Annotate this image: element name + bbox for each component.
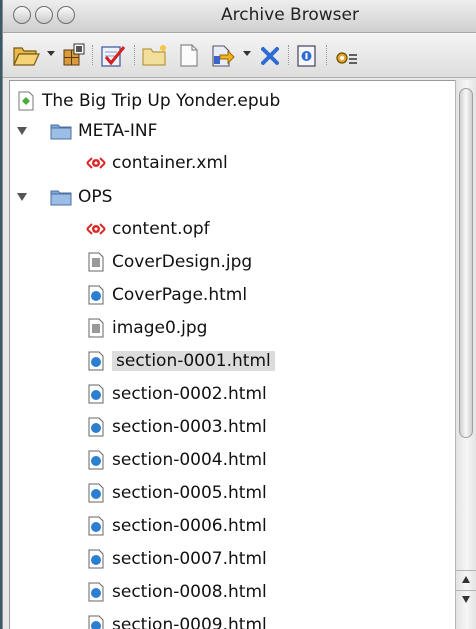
image-icon [86,252,106,272]
new-file-icon[interactable] [176,41,202,69]
disclosure-triangle-icon[interactable] [17,193,27,201]
tree-item-label: container.xml [112,153,228,173]
tree-item-section-0001-html[interactable]: section-0001.html [10,346,456,376]
folder-icon [50,187,72,207]
tree-item-section-0002-html[interactable]: section-0002.html [10,379,456,409]
folder-icon [50,121,72,141]
settings-icon[interactable] [332,41,360,69]
archive-tree[interactable]: The Big Trip Up Yonder.epub META-INF con… [9,80,457,629]
tree-item-section-0003-html[interactable]: section-0003.html [10,412,456,442]
tree-item-label: CoverPage.html [112,285,248,305]
tree-item-label: section-0008.html [112,582,267,602]
tree-item-label: image0.jpg [112,318,208,338]
html-icon [86,483,106,503]
tree-item-section-0006-html[interactable]: section-0006.html [10,511,456,541]
scroll-up-button[interactable] [456,570,476,588]
tree-item-coverpage-html[interactable]: CoverPage.html [10,280,456,310]
grid-add-icon[interactable] [61,41,87,69]
window-title: Archive Browser [221,5,359,25]
validate-check-icon[interactable] [98,41,128,69]
xml-icon [86,153,106,173]
html-icon [86,285,106,305]
open-dropdown-caret[interactable] [47,51,55,56]
tree-item-section-0009-html[interactable]: section-0009.html [10,610,456,629]
tree-item-label: section-0002.html [112,384,267,404]
import-icon[interactable] [209,41,237,69]
tree-item-label: The Big Trip Up Yonder.epub [42,91,281,111]
title-bar[interactable]: Archive Browser [3,0,476,33]
new-folder-icon[interactable] [140,41,170,69]
tree-item-label: section-0005.html [112,483,267,503]
import-dropdown-caret[interactable] [243,51,251,56]
tree-item-label: OPS [78,187,113,207]
tree-item-section-0005-html[interactable]: section-0005.html [10,478,456,508]
vertical-scrollbar[interactable] [455,80,476,629]
tree-item-image0-jpg[interactable]: image0.jpg [10,313,456,343]
xml-icon [86,219,106,239]
tree-item-container-xml[interactable]: container.xml [10,148,456,178]
open-folder-icon[interactable] [11,41,41,69]
html-icon [86,417,106,437]
epub-icon [16,91,36,111]
tree-item-label: CoverDesign.jpg [112,252,253,272]
disclosure-triangle-icon[interactable] [17,127,27,135]
tree-item-content-opf[interactable]: content.opf [10,214,456,244]
tree-item-section-0007-html[interactable]: section-0007.html [10,544,456,574]
delete-x-icon[interactable] [257,41,283,69]
html-icon [86,516,106,536]
scrollbar-thumb[interactable] [459,88,473,438]
tree-item-label: section-0004.html [112,450,267,470]
html-icon [86,450,106,470]
tree-item-section-0008-html[interactable]: section-0008.html [10,577,456,607]
tree-item-coverdesign-jpg[interactable]: CoverDesign.jpg [10,247,456,277]
tree-item-section-0004-html[interactable]: section-0004.html [10,445,456,475]
tree-item-label: content.opf [112,219,210,239]
tree-item-label: section-0001.html [112,351,275,371]
tree-item-label: section-0009.html [112,615,267,629]
html-icon [86,351,106,371]
archive-browser-window: Archive Browser The Big Trip Up Yonder.e… [2,0,476,629]
tree-folder-meta-inf[interactable]: META-INF [10,116,456,146]
html-icon [86,582,106,602]
tree-item-root[interactable]: The Big Trip Up Yonder.epub [10,86,456,116]
scroll-up-arrow-icon [462,576,470,583]
image-icon [86,318,106,338]
tree-item-label: section-0007.html [112,549,267,569]
tree-item-label: section-0003.html [112,417,267,437]
toolbar [3,33,476,78]
scroll-down-button[interactable] [456,590,476,608]
scroll-down-arrow-icon [462,596,470,603]
html-icon [86,549,106,569]
properties-icon[interactable] [294,41,320,69]
tree-folder-ops[interactable]: OPS [10,182,456,212]
tree-item-label: META-INF [78,121,158,141]
tree-item-label: section-0006.html [112,516,267,536]
html-icon [86,384,106,404]
html-icon [86,615,106,629]
